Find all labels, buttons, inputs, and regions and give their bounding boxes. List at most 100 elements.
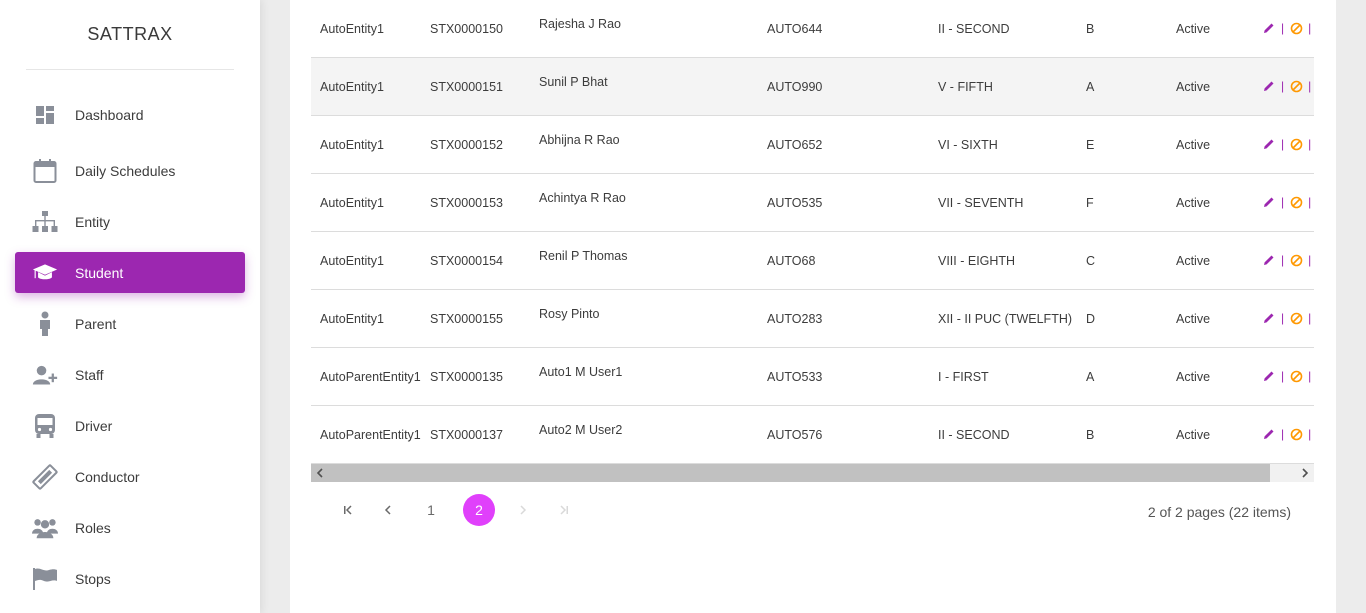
sidebar-item-roles[interactable]: Roles [15,507,245,548]
table-row: AutoParentEntity1 STX0000135 Auto1 M User1… [311,348,1314,406]
class-cell: XII - II PUC (TWELFTH) [938,312,1073,326]
section-cell: C [1086,254,1096,268]
student-name-cell: Auto2 M User2 [539,423,623,437]
edit-pencil-icon[interactable] [1262,311,1276,325]
brand-title: SATTRAX [87,24,173,44]
status-cell: Active [1176,370,1211,384]
action-separator: | [1281,369,1285,383]
page-1-button[interactable]: 1 [415,494,447,526]
prev-page-button[interactable] [372,494,404,526]
block-icon[interactable] [1289,427,1303,441]
sidebar-item-stops[interactable]: Stops [15,558,245,599]
sidebar-item-staff[interactable]: Staff [15,354,245,395]
table-row: AutoEntity1 STX0000152 Abhijna R Rao AUTO65… [311,116,1314,174]
table-row: AutoEntity1 STX0000153 Achintya R Rao AUTO5… [311,174,1314,232]
chevron-right-icon [520,505,527,515]
action-separator: | [1308,253,1312,267]
sidebar-item-dashboard[interactable]: Dashboard [15,94,245,135]
section-cell: B [1086,428,1095,442]
student-name-cell: Auto1 M User1 [539,365,623,379]
next-page-button[interactable] [507,494,539,526]
edit-pencil-icon[interactable] [1262,427,1276,441]
action-separator: | [1308,21,1312,35]
sidebar-item-entity[interactable]: Entity [15,201,245,242]
student-name-cell: Sunil P Bhat [539,75,608,89]
student-id-cell: STX0000150 [430,22,503,36]
edit-pencil-icon[interactable] [1262,137,1276,151]
student-id-cell: STX0000137 [430,428,503,442]
table-row: AutoEntity1 STX0000150 Rajesha J Rao AUTO64… [311,0,1314,58]
sidebar-item-daily-schedules[interactable]: Daily Schedules [15,150,245,191]
row-actions: | | [1262,311,1314,325]
sidebar: SATTRAX Dashboard Daily Schedules Entity… [0,0,260,613]
horizontal-scrollbar[interactable] [311,464,1314,482]
row-actions: | | [1262,427,1314,441]
student-id-cell: STX0000135 [430,370,503,384]
last-page-button[interactable] [548,494,580,526]
first-page-button[interactable] [332,494,364,526]
sidebar-item-parent[interactable]: Parent [15,303,245,344]
action-separator: | [1308,427,1312,441]
entity-cell: AutoEntity1 [320,80,384,94]
status-cell: Active [1176,254,1211,268]
first-page-icon [344,505,352,515]
scroll-right-icon[interactable] [1296,464,1314,482]
scrollbar-track[interactable] [1270,464,1296,482]
block-icon[interactable] [1289,195,1303,209]
edit-pencil-icon[interactable] [1262,79,1276,93]
edit-pencil-icon[interactable] [1262,195,1276,209]
class-cell: I - FIRST [938,370,989,384]
edit-pencil-icon[interactable] [1262,253,1276,267]
scroll-left-icon[interactable] [311,464,329,482]
action-separator: | [1281,311,1285,325]
action-separator: | [1308,311,1312,325]
edit-pencil-icon[interactable] [1262,369,1276,383]
auto-id-cell: AUTO68 [767,254,816,268]
sitemap-icon [32,209,58,235]
auto-id-cell: AUTO533 [767,370,823,384]
table-row: AutoEntity1 STX0000155 Rosy Pinto AUTO283 XI… [311,290,1314,348]
auto-id-cell: AUTO576 [767,428,823,442]
section-cell: F [1086,196,1094,210]
student-id-cell: STX0000155 [430,312,503,326]
block-icon[interactable] [1289,79,1303,93]
status-cell: Active [1176,22,1211,36]
status-cell: Active [1176,428,1211,442]
edit-pencil-icon[interactable] [1262,21,1276,35]
auto-id-cell: AUTO283 [767,312,823,326]
action-separator: | [1281,79,1285,93]
student-id-cell: STX0000152 [430,138,503,152]
sidebar-item-driver[interactable]: Driver [15,405,245,446]
student-id-cell: STX0000153 [430,196,503,210]
page-2-button[interactable]: 2 [463,494,495,526]
entity-cell: AutoEntity1 [320,312,384,326]
sidebar-item-label: Student [75,264,124,281]
row-actions: | | [1262,21,1314,35]
block-icon[interactable] [1289,311,1303,325]
student-id-cell: STX0000154 [430,254,503,268]
sidebar-item-label: Entity [75,213,111,230]
status-cell: Active [1176,138,1211,152]
student-name-cell: Achintya R Rao [539,191,626,205]
table-row: AutoEntity1 STX0000151 Sunil P Bhat AUTO990… [311,58,1314,116]
row-actions: | | [1262,253,1314,267]
last-page-icon [560,505,568,515]
sidebar-item-student[interactable]: Student [15,252,245,293]
chevron-left-icon [384,505,391,515]
sidebar-item-label: Driver [75,417,113,434]
row-actions: | | [1262,195,1314,209]
pagination: 1 2 2 of 2 pages (22 items) [290,494,1336,526]
status-cell: Active [1176,80,1211,94]
action-separator: | [1308,137,1312,151]
section-cell: B [1086,22,1095,36]
pagination-info: 2 of 2 pages (22 items) [1147,504,1291,520]
block-icon[interactable] [1289,369,1303,383]
block-icon[interactable] [1289,137,1303,151]
entity-cell: AutoEntity1 [320,254,384,268]
block-icon[interactable] [1289,21,1303,35]
block-icon[interactable] [1289,253,1303,267]
row-actions: | | [1262,137,1314,151]
entity-cell: AutoEntity1 [320,22,384,36]
student-name-cell: Abhijna R Rao [539,133,620,147]
sidebar-item-conductor[interactable]: Conductor [15,456,245,497]
